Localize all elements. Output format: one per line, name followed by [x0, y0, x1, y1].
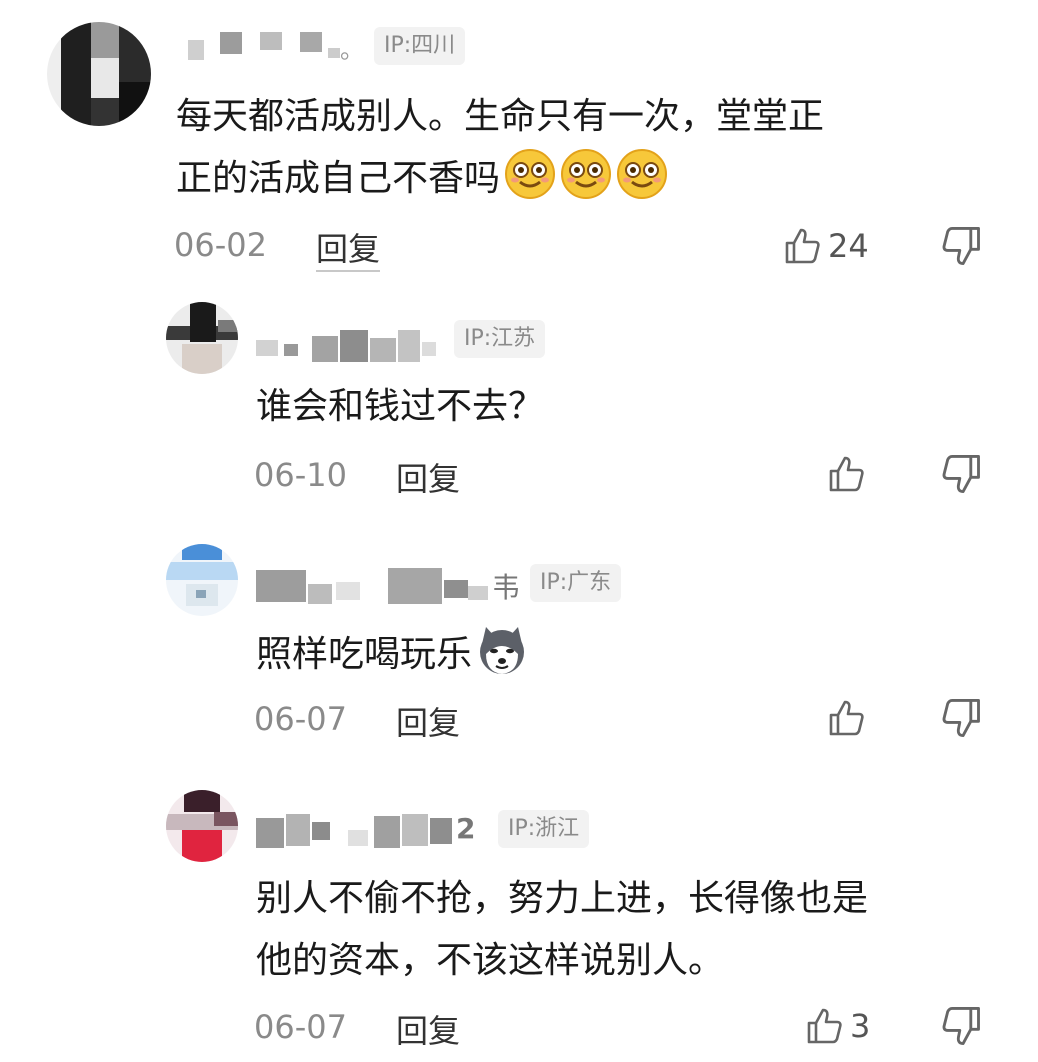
thumbs-up-icon	[785, 228, 820, 264]
comment-text: 别人不偷不抢，努力上进，长得像也是 他的资本，不该这样说别人。	[256, 868, 868, 992]
avatar[interactable]	[166, 544, 238, 616]
smile-emoji	[505, 149, 556, 199]
comment-reply-item: IP:江苏 谁会和钱过不去？ 06-10 回复	[0, 300, 1038, 530]
comment-text: 谁会和钱过不去？	[256, 376, 544, 438]
username-blurred[interactable]: 韦	[256, 566, 526, 606]
username-blurred[interactable]: 2	[256, 812, 492, 852]
avatar[interactable]	[47, 22, 151, 126]
comment-line: 别人不偷不抢，努力上进，长得像也是	[256, 878, 869, 919]
thumbs-down-icon[interactable]	[940, 1004, 984, 1048]
ip-location-badge: IP:江苏	[454, 320, 546, 358]
reply-button[interactable]: 回复	[396, 1006, 460, 1052]
like-button[interactable]	[826, 452, 872, 496]
username-suffix: 韦	[492, 571, 521, 604]
thumbs-down-icon[interactable]	[940, 452, 984, 496]
comment-reply-item: 2 IP:浙江 别人不偷不抢，努力上进，长得像也是 他的资本，不该这样说别人。 …	[0, 786, 1038, 1062]
husky-dog-emoji	[480, 627, 525, 674]
comment-line: 他的资本，不该这样说别人。	[256, 940, 725, 981]
comment-date: 06-07	[254, 1008, 347, 1046]
ip-location-badge: IP:广东	[530, 564, 622, 602]
thumbs-up-icon	[829, 456, 864, 492]
reply-button[interactable]: 回复	[396, 454, 460, 500]
comment-text: 照样吃喝玩乐	[256, 624, 528, 686]
comment-line: 每天都活成别人。生命只有一次，堂堂正	[176, 96, 825, 137]
username-suffix: 。	[340, 36, 364, 64]
smile-emoji	[561, 149, 612, 199]
thumbs-up-icon	[829, 700, 864, 736]
avatar[interactable]	[166, 302, 238, 374]
comment-item: 。 IP:四川 每天都活成别人。生命只有一次，堂堂正 正的活成自己不香吗 06-…	[0, 0, 1038, 290]
comment-line-with-emoji: 正的活成自己不香吗	[176, 148, 824, 210]
comment-line-with-emoji: 照样吃喝玩乐	[256, 624, 528, 686]
ip-location-badge: IP:浙江	[498, 810, 590, 848]
thumbs-down-icon[interactable]	[940, 224, 984, 268]
username-suffix: 2	[456, 812, 476, 845]
comment-line: 照样吃喝玩乐	[256, 634, 473, 675]
reply-button[interactable]: 回复	[316, 224, 381, 272]
like-button[interactable]	[826, 696, 872, 740]
reply-button[interactable]: 回复	[396, 698, 460, 744]
comment-line: 谁会和钱过不去？	[256, 386, 545, 427]
username-blurred[interactable]: 。	[180, 26, 370, 66]
like-count: 3	[850, 1007, 871, 1045]
like-button[interactable]: 3	[804, 1004, 870, 1048]
comment-date: 06-10	[254, 456, 347, 494]
username-blurred[interactable]	[256, 324, 446, 364]
thumbs-up-icon	[807, 1008, 842, 1044]
like-button[interactable]: 24	[782, 224, 869, 268]
comment-line: 正的活成自己不香吗	[176, 158, 501, 199]
comment-date: 06-07	[254, 700, 347, 738]
ip-location-badge: IP:四川	[374, 27, 466, 65]
smile-emoji	[617, 149, 668, 199]
like-count: 24	[828, 227, 869, 265]
comment-text: 每天都活成别人。生命只有一次，堂堂正 正的活成自己不香吗	[176, 86, 824, 210]
comment-reply-item: 韦 IP:广东 照样吃喝玩乐 06-07 回复	[0, 540, 1038, 770]
comment-date: 06-02	[174, 226, 267, 264]
avatar[interactable]	[166, 790, 238, 862]
thumbs-down-icon[interactable]	[940, 696, 984, 740]
